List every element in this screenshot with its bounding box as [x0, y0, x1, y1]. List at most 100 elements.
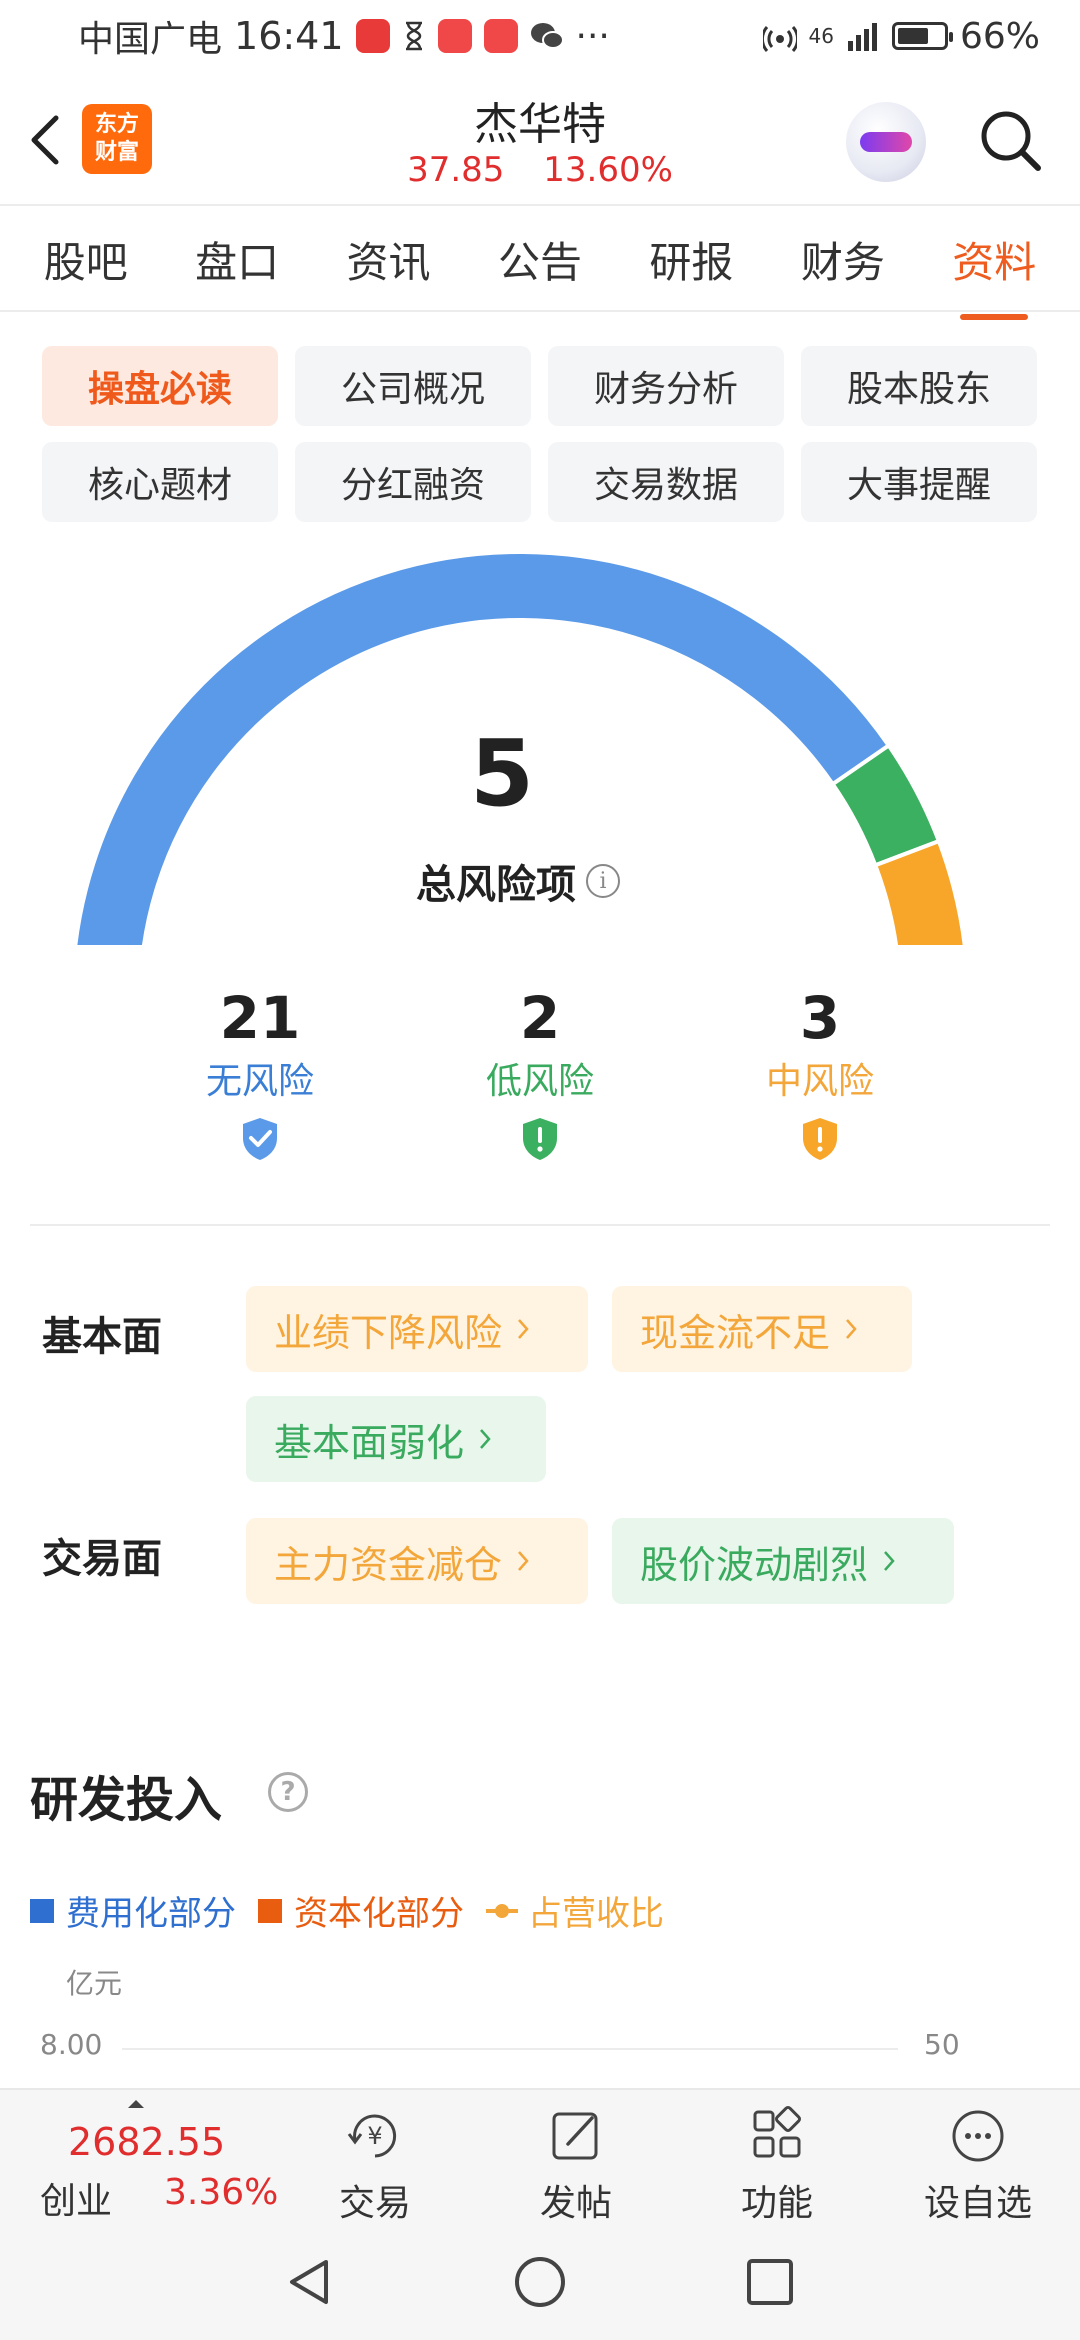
shopping-notification-icon: [437, 19, 472, 53]
stat-low-risk-value: 2: [519, 984, 561, 1052]
status-bar: 中国广电 16:41 ··· 46 66%: [0, 0, 1080, 72]
legend-line-marker: [486, 1899, 518, 1923]
stat-medium-risk-label: 中风险: [765, 1061, 874, 1102]
rd-legend: 费用化部分 资本化部分 占营收比: [30, 1886, 686, 1935]
index-name[interactable]: 创业: [40, 2172, 112, 2224]
tab-finance[interactable]: 财务: [795, 229, 891, 290]
stat-no-risk-value: 21: [219, 984, 301, 1052]
alert-shield-icon: [523, 1118, 557, 1160]
submenu-financial-analysis[interactable]: 财务分析: [548, 346, 784, 426]
expand-caret-icon[interactable]: [128, 2100, 144, 2108]
chevron-right-icon: [480, 1429, 491, 1449]
legend-swatch: [30, 1898, 54, 1923]
bottom-nav: 2682.55 创业 3.36% ¥ 交易 发帖 功能 设自选: [0, 2088, 1080, 2226]
network-type: 46: [808, 24, 834, 48]
more-circle-icon: [952, 2110, 1004, 2162]
signal-icon: [847, 23, 877, 51]
system-navigation-bar: [0, 2226, 1080, 2340]
trade-yen-icon: ¥: [347, 2114, 397, 2158]
chevron-right-icon: [518, 1319, 529, 1339]
risk-tag-earnings-decline[interactable]: 业绩下降风险: [246, 1286, 588, 1372]
submenu-trading-data[interactable]: 交易数据: [548, 442, 784, 522]
hourglass-icon: [405, 21, 422, 51]
risk-tag-text: 主力资金减仓: [274, 1542, 503, 1587]
shopping-notification-icon-2: [483, 19, 518, 53]
grid-functions-icon: [753, 2106, 801, 2158]
index-change[interactable]: 3.36%: [164, 2172, 278, 2213]
tab-profile[interactable]: 资料: [946, 229, 1042, 320]
legend-label: 资本化部分: [294, 1894, 464, 1934]
risk-tag-text: 业绩下降风险: [274, 1310, 503, 1355]
search-icon[interactable]: [976, 106, 1046, 176]
nav-label: 设自选: [923, 2183, 1032, 2224]
tab-guba[interactable]: 股吧: [38, 229, 134, 290]
nav-label: 功能: [740, 2183, 813, 2224]
risk-tag-cashflow[interactable]: 现金流不足: [612, 1286, 912, 1372]
tab-research[interactable]: 研报: [643, 229, 739, 290]
risk-tag-main-fund-reduction[interactable]: 主力资金减仓: [246, 1518, 588, 1604]
tab-news[interactable]: 资讯: [341, 229, 437, 290]
profile-submenu: 操盘必读 公司概况 财务分析 股本股东 核心题材 分红融资 交易数据 大事提醒: [42, 346, 1038, 522]
index-value[interactable]: 2682.55: [68, 2120, 225, 2164]
submenu-shareholders[interactable]: 股本股东: [801, 346, 1037, 426]
stat-medium-risk[interactable]: 3 中风险: [720, 980, 920, 1166]
trading-label: 交易面: [42, 1536, 162, 1582]
tab-pankou[interactable]: 盘口: [189, 229, 285, 290]
submenu-core-themes[interactable]: 核心题材: [42, 442, 278, 522]
nav-label: 发帖: [539, 2183, 612, 2224]
submenu-events[interactable]: 大事提醒: [801, 442, 1037, 522]
legend-expensed[interactable]: 费用化部分: [30, 1886, 236, 1935]
assistant-robot-avatar[interactable]: [846, 102, 926, 182]
battery-percent: 66%: [959, 15, 1040, 57]
check-shield-icon: [243, 1118, 277, 1160]
risk-tag-text: 现金流不足: [640, 1310, 831, 1355]
tab-announcements[interactable]: 公告: [492, 229, 588, 290]
total-risk-label-row: 总风险项 i: [416, 852, 620, 910]
info-icon[interactable]: i: [586, 864, 620, 898]
nav-add-watchlist[interactable]: 设自选: [908, 2100, 1048, 2226]
legend-revenue-ratio[interactable]: 占营收比: [486, 1886, 664, 1935]
stat-no-risk[interactable]: 21 无风险: [160, 980, 360, 1166]
stat-low-risk-label: 低风险: [485, 1061, 594, 1102]
system-home-icon[interactable]: [512, 2254, 568, 2310]
stat-low-risk[interactable]: 2 低风险: [440, 980, 640, 1166]
edit-post-icon: [552, 2112, 598, 2160]
nav-functions[interactable]: 功能: [707, 2100, 847, 2226]
nav-trade[interactable]: ¥ 交易: [305, 2100, 445, 2226]
risk-tag-price-volatility[interactable]: 股价波动剧烈: [612, 1518, 954, 1604]
svg-text:¥: ¥: [367, 2122, 382, 2150]
legend-swatch: [258, 1898, 282, 1923]
battery-icon: [891, 22, 953, 50]
legend-capitalized[interactable]: 资本化部分: [258, 1886, 464, 1935]
carrier-name: 中国广电: [78, 19, 223, 60]
legend-label: 占营收比: [528, 1894, 664, 1934]
total-risk-label: 总风险项: [416, 862, 576, 908]
system-recents-icon[interactable]: [742, 2254, 798, 2310]
fundamental-label: 基本面: [42, 1314, 162, 1360]
submenu-dividends[interactable]: 分红融资: [295, 442, 531, 522]
help-icon[interactable]: ?: [268, 1772, 308, 1812]
more-notifications: ···: [575, 15, 610, 57]
alert-shield-icon: [803, 1118, 837, 1160]
chevron-right-icon: [518, 1551, 529, 1571]
chevron-right-icon: [884, 1551, 895, 1571]
system-back-icon[interactable]: [282, 2254, 338, 2310]
risk-tag-fundamental-weakening[interactable]: 基本面弱化: [246, 1396, 546, 1482]
submenu-company-overview[interactable]: 公司概况: [295, 346, 531, 426]
clock: 16:41: [234, 14, 344, 58]
hotspot-icon: [762, 26, 797, 52]
risk-stats: 21 无风险 2 低风险 3 中风险: [0, 980, 1080, 1180]
stock-change-pct: 13.60%: [543, 150, 673, 190]
legend-label: 费用化部分: [66, 1894, 236, 1934]
section-divider: [30, 1224, 1050, 1226]
submenu-must-read[interactable]: 操盘必读: [42, 346, 278, 426]
nav-post[interactable]: 发帖: [506, 2100, 646, 2226]
app-header: 东方 财富 杰华特 37.85 13.60%: [0, 72, 1080, 206]
status-right: 46 66%: [762, 15, 1040, 57]
stock-tabs: 股吧 盘口 资讯 公告 研报 财务 资料: [0, 208, 1080, 320]
chart-gridline: [122, 2048, 898, 2050]
stock-price: 37.85: [407, 150, 505, 190]
wechat-icon: [530, 23, 564, 49]
chart-unit: 亿元: [66, 1967, 123, 2000]
risk-tag-text: 股价波动剧烈: [640, 1542, 869, 1587]
